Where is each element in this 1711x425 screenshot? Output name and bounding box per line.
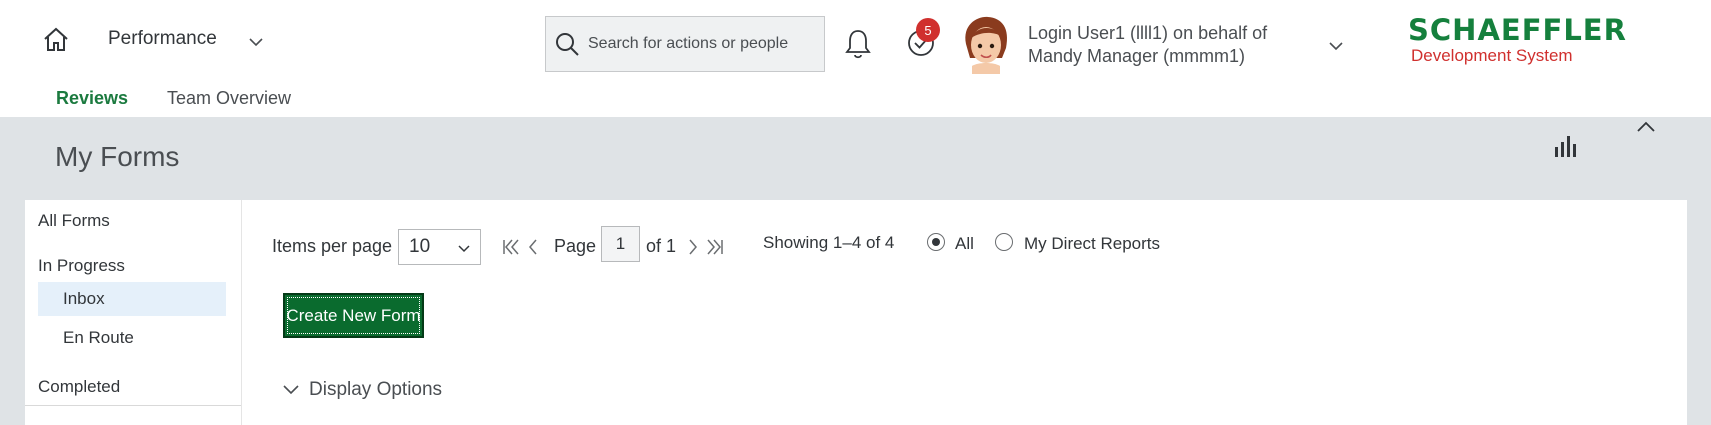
items-per-page-value: 10 — [409, 236, 431, 257]
showing-count: Showing 1–4 of 4 — [763, 233, 895, 252]
chevron-down-icon[interactable] — [1326, 36, 1346, 56]
divider — [25, 405, 241, 406]
filter-all-label[interactable]: All — [955, 234, 974, 254]
forms-content: Items per page 10 Page of 1 Showing 1–4 … — [241, 200, 1687, 425]
page-header: My Forms — [0, 117, 1711, 200]
sidebar-item-completed[interactable]: Completed — [38, 377, 120, 397]
items-per-page-select[interactable]: 10 — [398, 229, 481, 265]
body-area: All Forms In Progress Inbox En Route Com… — [0, 200, 1711, 425]
last-page-icon[interactable] — [704, 236, 726, 258]
logo-line-2: Development System — [1411, 46, 1573, 65]
page-number-input[interactable] — [601, 226, 640, 262]
page-total: of 1 — [646, 236, 677, 256]
first-page-icon[interactable] — [500, 236, 522, 258]
logo-line-1: SCHAEFFLER — [1408, 13, 1627, 47]
search-input[interactable] — [588, 35, 818, 53]
chevron-down-icon — [283, 385, 299, 395]
next-page-icon[interactable] — [682, 236, 704, 258]
filter-direct-reports-radio[interactable] — [995, 233, 1013, 251]
page-title: My Forms — [55, 141, 180, 172]
sidebar-item-inbox[interactable]: Inbox — [38, 282, 226, 316]
filter-direct-reports-label[interactable]: My Direct Reports — [1024, 234, 1160, 254]
chevron-down-icon[interactable] — [246, 32, 266, 52]
shell-header: Performance 5 Login User1 (llll1) on beh… — [0, 0, 1711, 80]
create-new-form-button[interactable]: Create New Form — [283, 293, 424, 338]
bell-icon[interactable] — [844, 28, 872, 60]
chart-icon[interactable] — [1552, 131, 1580, 159]
avatar[interactable] — [958, 14, 1012, 74]
tab-reviews[interactable]: Reviews — [56, 88, 128, 109]
sidebar: All Forms In Progress Inbox En Route Com… — [25, 200, 241, 425]
notification-badge: 5 — [916, 18, 940, 42]
sidebar-item-in-progress[interactable]: In Progress — [38, 256, 125, 276]
chevron-down-icon — [458, 245, 470, 253]
sidebar-item-all-forms[interactable]: All Forms — [38, 211, 110, 231]
sub-navigation: Reviews Team Overview — [0, 80, 1711, 117]
user-name[interactable]: Login User1 (llll1) on behalf of Mandy M… — [1028, 22, 1298, 68]
display-options-toggle[interactable]: Display Options — [282, 379, 442, 401]
module-name[interactable]: Performance — [108, 28, 217, 50]
page-label: Page — [554, 236, 597, 256]
items-per-page-label: Items per page — [272, 236, 393, 256]
filter-all-radio[interactable] — [927, 233, 945, 251]
search-box[interactable] — [545, 16, 825, 72]
previous-page-icon[interactable] — [522, 236, 544, 258]
search-icon — [556, 33, 579, 56]
home-button[interactable] — [40, 24, 72, 54]
tab-team-overview[interactable]: Team Overview — [167, 88, 291, 109]
home-icon — [44, 27, 68, 51]
collapse-icon[interactable] — [1634, 117, 1658, 137]
sidebar-item-en-route[interactable]: En Route — [63, 328, 134, 348]
company-logo: SCHAEFFLER Development System — [1408, 14, 1648, 70]
display-options-label: Display Options — [309, 379, 443, 400]
